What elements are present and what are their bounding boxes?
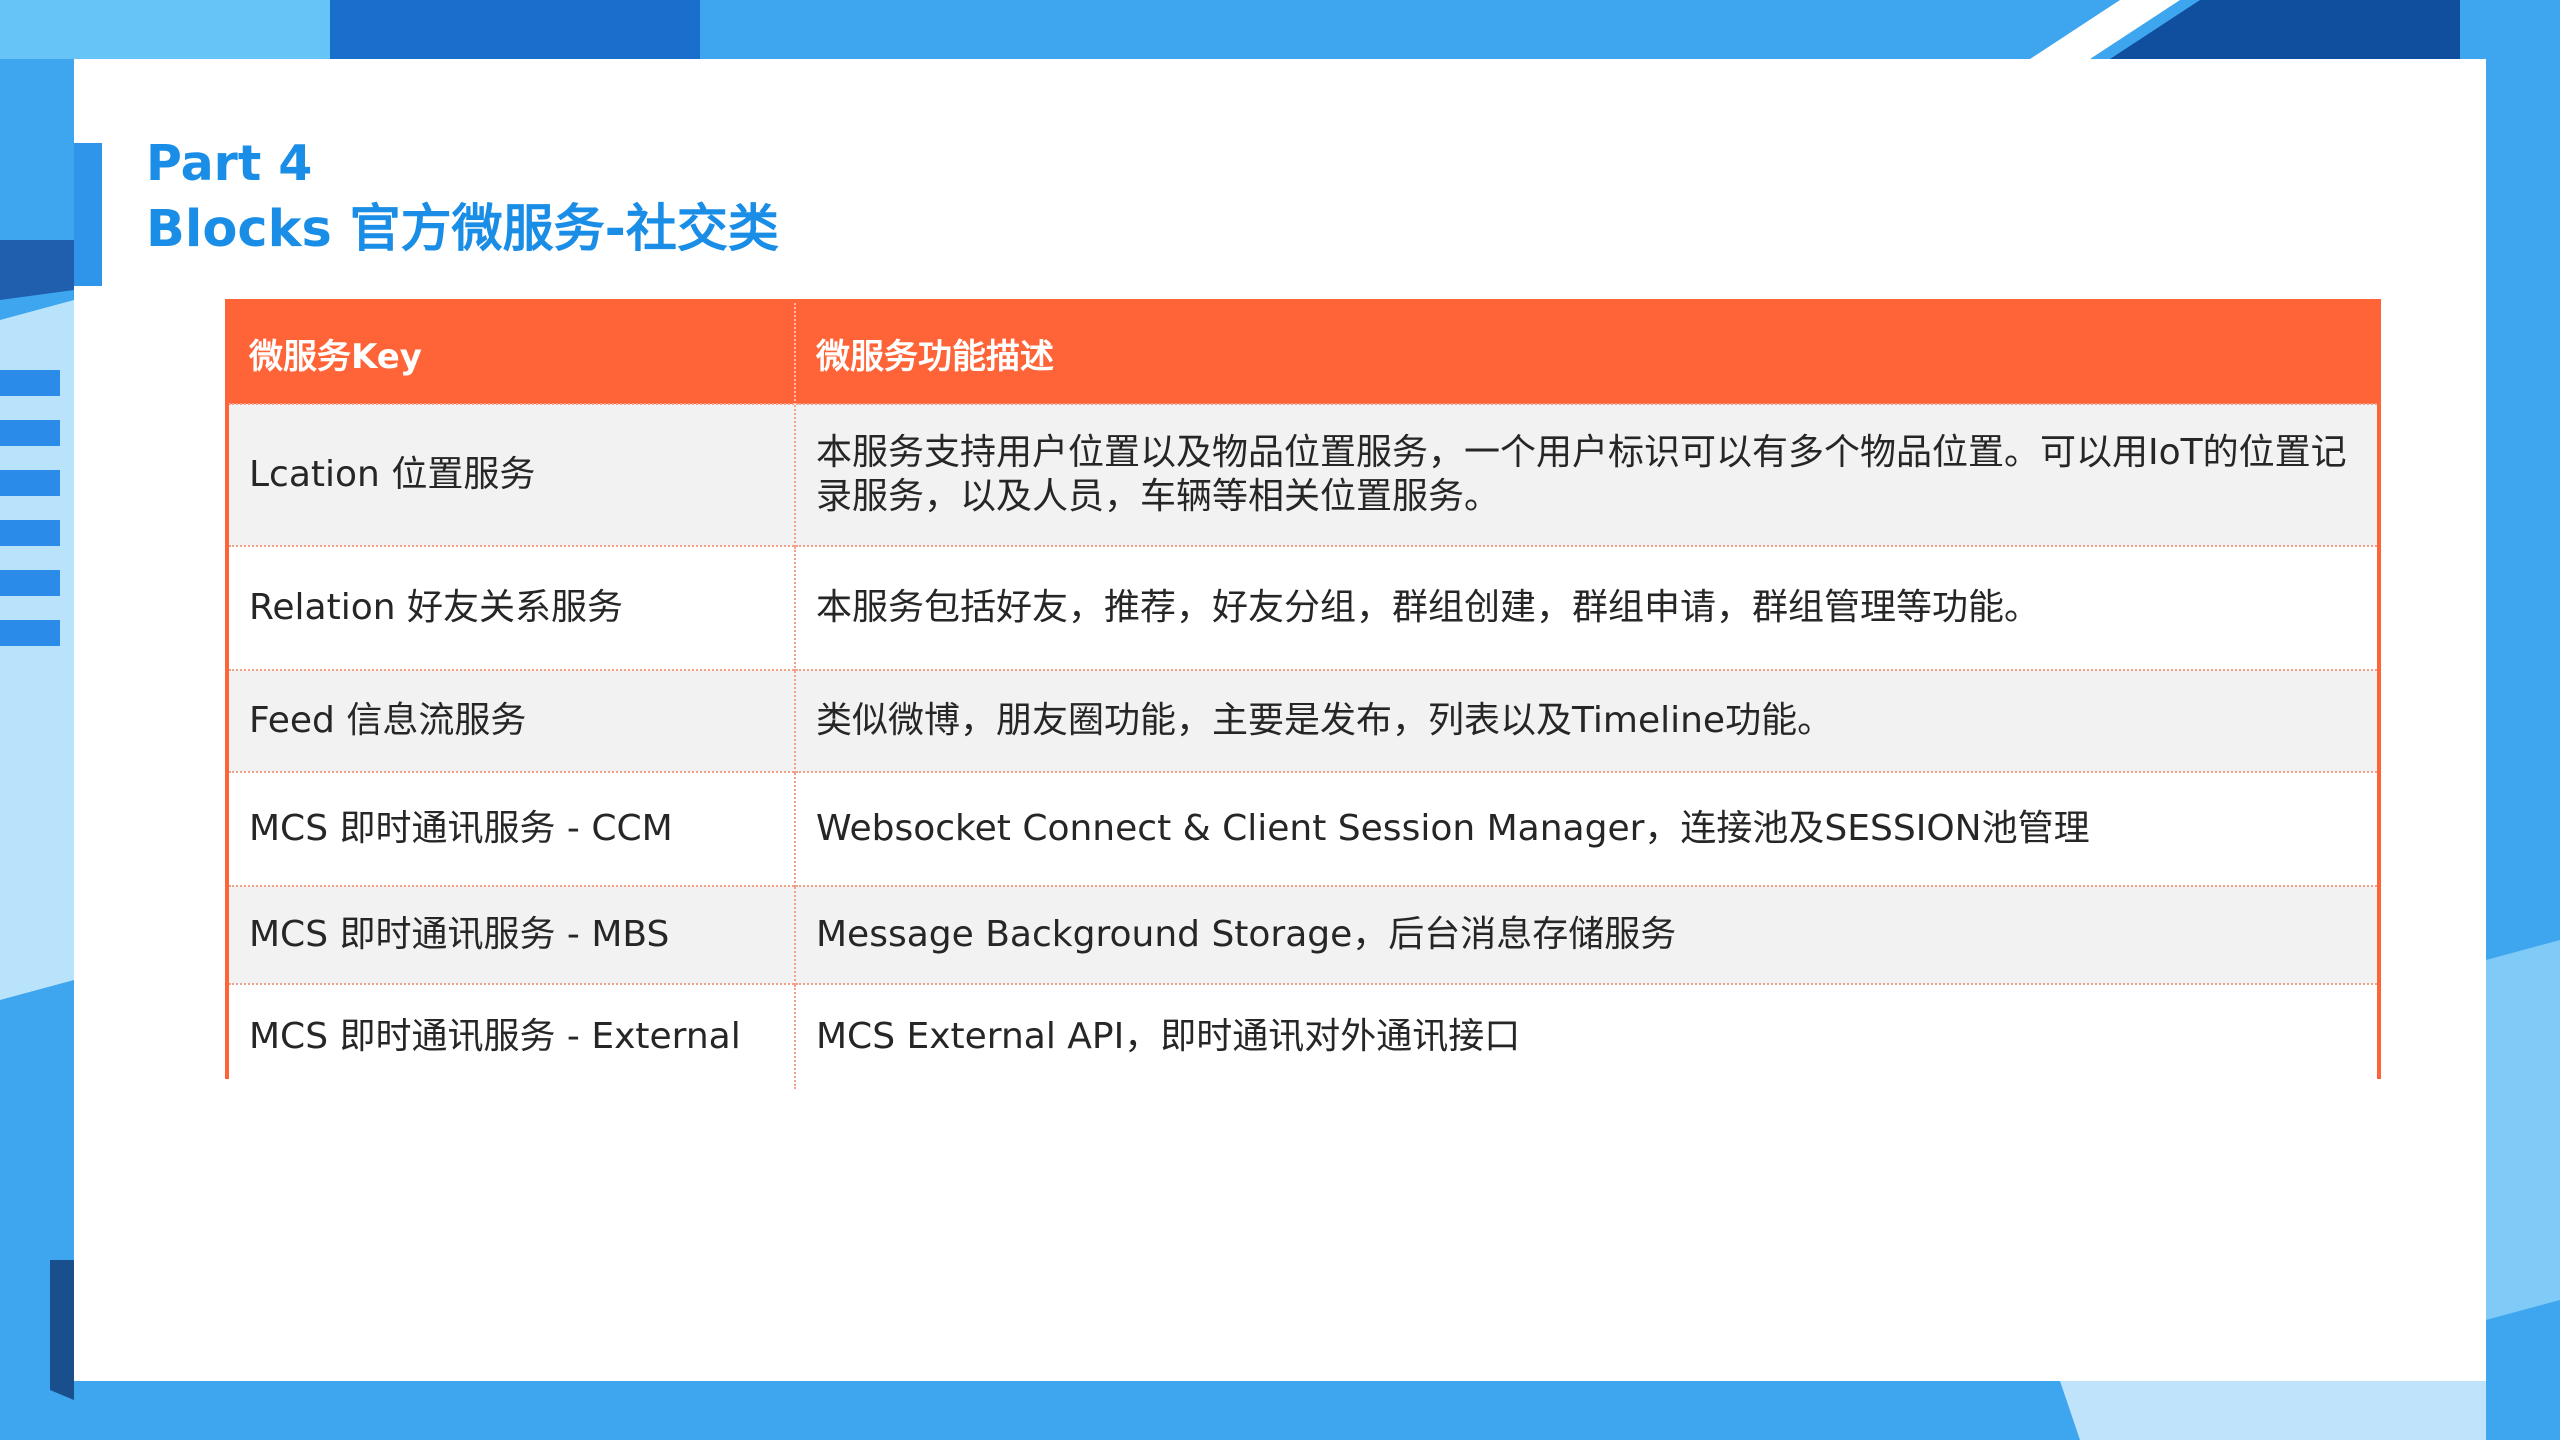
table-row: MCS 即时通讯服务 - MBS Message Background Stor…: [229, 885, 2377, 984]
cell-key: Lcation 位置服务: [229, 403, 795, 546]
table-row: Relation 好友关系服务 本服务包括好友，推荐，好友分组，群组创建，群组申…: [229, 545, 2377, 670]
cell-key: MCS 即时通讯服务 - MBS: [229, 885, 795, 984]
cell-key: MCS 即时通讯服务 - CCM: [229, 771, 795, 886]
table-row: Feed 信息流服务 类似微博，朋友圈功能，主要是发布，列表以及Timeline…: [229, 669, 2377, 772]
part-title: Part 4: [146, 135, 313, 192]
title-accent-bar: [74, 143, 102, 286]
cell-description: Websocket Connect & Client Session Manag…: [794, 771, 2377, 886]
cell-key: Feed 信息流服务: [229, 669, 795, 772]
cell-description: 类似微博，朋友圈功能，主要是发布，列表以及Timeline功能。: [794, 669, 2377, 772]
cell-key: MCS 即时通讯服务 - External: [229, 983, 795, 1089]
cell-description: MCS External API，即时通讯对外通讯接口: [794, 983, 2377, 1089]
cell-description: 本服务支持用户位置以及物品位置服务，一个用户标识可以有多个物品位置。可以用IoT…: [794, 403, 2377, 546]
header-key: 微服务Key: [229, 303, 795, 404]
table-row: MCS 即时通讯服务 - External MCS External API，即…: [229, 983, 2377, 1089]
section-title: Blocks 官方微服务-社交类: [146, 200, 779, 259]
cell-key: Relation 好友关系服务: [229, 545, 795, 670]
table-header-row: 微服务Key 微服务功能描述: [229, 303, 2377, 404]
microservice-table: 微服务Key 微服务功能描述 Lcation 位置服务 本服务支持用户位置以及物…: [225, 299, 2381, 1089]
table: 微服务Key 微服务功能描述 Lcation 位置服务 本服务支持用户位置以及物…: [229, 303, 2377, 1089]
header-description: 微服务功能描述: [794, 303, 2377, 404]
table-row: Lcation 位置服务 本服务支持用户位置以及物品位置服务，一个用户标识可以有…: [229, 403, 2377, 546]
table-row: MCS 即时通讯服务 - CCM Websocket Connect & Cli…: [229, 771, 2377, 886]
cell-description: Message Background Storage，后台消息存储服务: [794, 885, 2377, 984]
cell-description: 本服务包括好友，推荐，好友分组，群组创建，群组申请，群组管理等功能。: [794, 545, 2377, 670]
